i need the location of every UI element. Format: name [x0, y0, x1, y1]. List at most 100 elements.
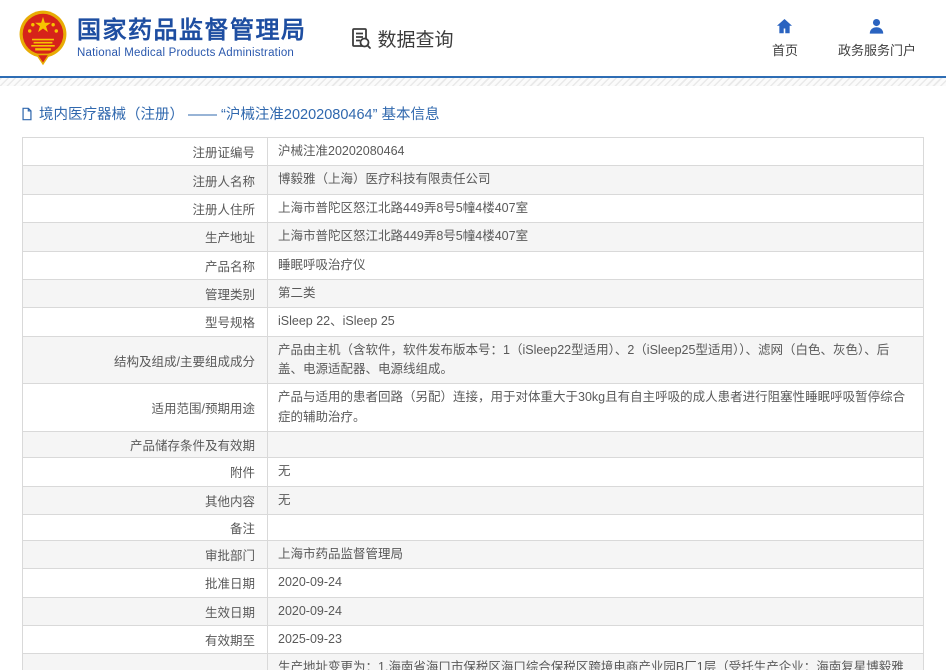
- row-value-text: 2020-09-24: [278, 573, 342, 592]
- row-label-text: 适用范围/预期用途: [152, 398, 255, 417]
- row-label-text: 管理类别: [205, 284, 255, 303]
- row-value: 无: [268, 458, 923, 485]
- row-label-text: 型号规格: [205, 312, 255, 331]
- row-value-text: 博毅雅（上海）医疗科技有限责任公司: [278, 170, 491, 189]
- row-label: 产品名称: [23, 252, 268, 279]
- table-row: 注册人名称 博毅雅（上海）医疗科技有限责任公司: [23, 166, 923, 194]
- table-row: 变更情况生产地址变更为：1.海南省海口市保税区海口综合保税区跨境电商产业园B厂1…: [23, 654, 923, 670]
- nav-gov-portal[interactable]: 政务服务门户: [838, 17, 916, 59]
- row-label: 有效期至: [23, 626, 268, 653]
- breadcrumb: 境内医疗器械（注册） —— “沪械注准20202080464” 基本信息: [20, 103, 946, 124]
- document-icon: [20, 107, 34, 121]
- document-search-icon: [349, 26, 373, 50]
- table-row: 产品名称 睡眠呼吸治疗仪: [23, 252, 923, 280]
- table-row: 注册人住所 上海市普陀区怒江北路449弄8号5幢4楼407室: [23, 195, 923, 223]
- row-value-text: 2025-09-23: [278, 630, 342, 649]
- row-label: 备注: [23, 515, 268, 540]
- row-value: 博毅雅（上海）医疗科技有限责任公司: [268, 166, 923, 193]
- table-row: 备注: [23, 515, 923, 541]
- row-value: 生产地址变更为：1.海南省海口市保税区海口综合保税区跨境电商产业园B厂1层（受托…: [268, 654, 923, 670]
- nav-home[interactable]: 首页: [768, 17, 802, 59]
- row-value-text: 无: [278, 491, 291, 510]
- row-label-text: 附件: [230, 462, 255, 481]
- row-value-text: 上海市普陀区怒江北路449弄8号5幢4楼407室: [278, 199, 528, 218]
- row-value: 上海市普陀区怒江北路449弄8号5幢4楼407室: [268, 223, 923, 250]
- row-label-text: 产品名称: [205, 256, 255, 275]
- table-row: 审批部门上海市药品监督管理局: [23, 541, 923, 569]
- row-value: 沪械注准20202080464: [268, 138, 923, 165]
- data-query-label: 数据查询: [378, 25, 454, 52]
- row-value: 无: [268, 487, 923, 514]
- row-label: 注册人名称: [23, 166, 268, 193]
- row-value: iSleep 22、iSleep 25: [268, 308, 923, 335]
- row-value: [268, 432, 923, 457]
- agency-brand: 国家药品监督管理局 National Medical Products Admi…: [18, 9, 307, 67]
- row-label: 注册人住所: [23, 195, 268, 222]
- agency-name-en: National Medical Products Administration: [77, 47, 307, 59]
- row-label-text: 生产地址: [205, 227, 255, 246]
- header-nav: 首页 政务服务门户: [768, 17, 916, 59]
- row-label-text: 其他内容: [205, 491, 255, 510]
- registration-detail-table: 注册证编号沪械注准20202080464 注册人名称 博毅雅（上海）医疗科技有限责任…: [22, 137, 924, 670]
- row-value-text: 上海市普陀区怒江北路449弄8号5幢4楼407室: [278, 227, 528, 246]
- row-value-text: iSleep 22、iSleep 25: [278, 312, 395, 331]
- nav-home-label: 首页: [772, 40, 798, 59]
- row-label-text: 产品储存条件及有效期: [130, 435, 255, 454]
- row-label-text: 注册人住所: [192, 199, 255, 218]
- table-row: 结构及组成/主要组成成分 产品由主机（含软件，软件发布版本号：1（iSleep22…: [23, 337, 923, 385]
- table-row: 型号规格 iSleep 22、iSleep 25: [23, 308, 923, 336]
- row-value-text: 第二类: [278, 284, 316, 303]
- table-row: 附件 无: [23, 458, 923, 486]
- table-row: 注册证编号沪械注准20202080464: [23, 138, 923, 166]
- row-label-text: 批准日期: [205, 573, 255, 592]
- table-row: 有效期至 2025-09-23: [23, 626, 923, 654]
- row-label-text: 有效期至: [205, 630, 255, 649]
- row-value-text: 无: [278, 462, 291, 481]
- row-label-text: 注册人名称: [192, 171, 255, 190]
- row-value-text: 产品由主机（含软件，软件发布版本号：1（iSleep22型适用）、2（iSlee…: [278, 341, 913, 380]
- breadcrumb-text: 境内医疗器械（注册） —— “沪械注准20202080464” 基本信息: [39, 103, 439, 124]
- agency-name-zh: 国家药品监督管理局: [77, 17, 307, 46]
- table-row: 生产地址 上海市普陀区怒江北路449弄8号5幢4楼407室: [23, 223, 923, 251]
- row-value-text: 产品与适用的患者回路（另配）连接，用于对体重大于30kg且有自主呼吸的成人患者进…: [278, 388, 913, 427]
- row-label: 注册证编号: [23, 138, 268, 165]
- row-value: 2020-09-24: [268, 598, 923, 625]
- table-row: 其他内容 无: [23, 487, 923, 515]
- row-value: [268, 515, 923, 540]
- row-value-text: 沪械注准20202080464: [278, 142, 404, 161]
- row-label: 其他内容: [23, 487, 268, 514]
- row-label-text: 生效日期: [205, 602, 255, 621]
- row-label: 附件: [23, 458, 268, 485]
- row-label: 适用范围/预期用途: [23, 384, 268, 431]
- table-row: 产品储存条件及有效期: [23, 432, 923, 458]
- row-label: 变更情况: [23, 654, 268, 670]
- data-query-title[interactable]: 数据查询: [349, 25, 454, 52]
- home-icon: [775, 17, 794, 36]
- row-value: 第二类: [268, 280, 923, 307]
- table-row: 生效日期 2020-09-24: [23, 598, 923, 626]
- national-emblem-icon: [18, 9, 68, 67]
- row-label-text: 结构及组成/主要组成成分: [114, 351, 255, 370]
- row-value: 产品与适用的患者回路（另配）连接，用于对体重大于30kg且有自主呼吸的成人患者进…: [268, 384, 923, 431]
- row-label: 型号规格: [23, 308, 268, 335]
- hatch-strip: [0, 78, 946, 86]
- row-label: 审批部门: [23, 541, 268, 568]
- row-value: 上海市药品监督管理局: [268, 541, 923, 568]
- row-value: 2025-09-23: [268, 626, 923, 653]
- row-label: 生效日期: [23, 598, 268, 625]
- row-value-text: 睡眠呼吸治疗仪: [278, 256, 366, 275]
- row-value-text: 生产地址变更为：1.海南省海口市保税区海口综合保税区跨境电商产业园B厂1层（受托…: [278, 658, 913, 670]
- user-icon: [867, 17, 886, 36]
- row-label: 批准日期: [23, 569, 268, 596]
- row-value-text: 上海市药品监督管理局: [278, 545, 403, 564]
- table-row: 批准日期 2020-09-24: [23, 569, 923, 597]
- table-row: 管理类别 第二类: [23, 280, 923, 308]
- row-label: 产品储存条件及有效期: [23, 432, 268, 457]
- row-label: 生产地址: [23, 223, 268, 250]
- row-value: 上海市普陀区怒江北路449弄8号5幢4楼407室: [268, 195, 923, 222]
- row-value: 2020-09-24: [268, 569, 923, 596]
- table-row: 适用范围/预期用途 产品与适用的患者回路（另配）连接，用于对体重大于30kg且有自…: [23, 384, 923, 432]
- row-value: 睡眠呼吸治疗仪: [268, 252, 923, 279]
- site-header: 国家药品监督管理局 National Medical Products Admi…: [0, 0, 946, 76]
- row-value-text: 2020-09-24: [278, 602, 342, 621]
